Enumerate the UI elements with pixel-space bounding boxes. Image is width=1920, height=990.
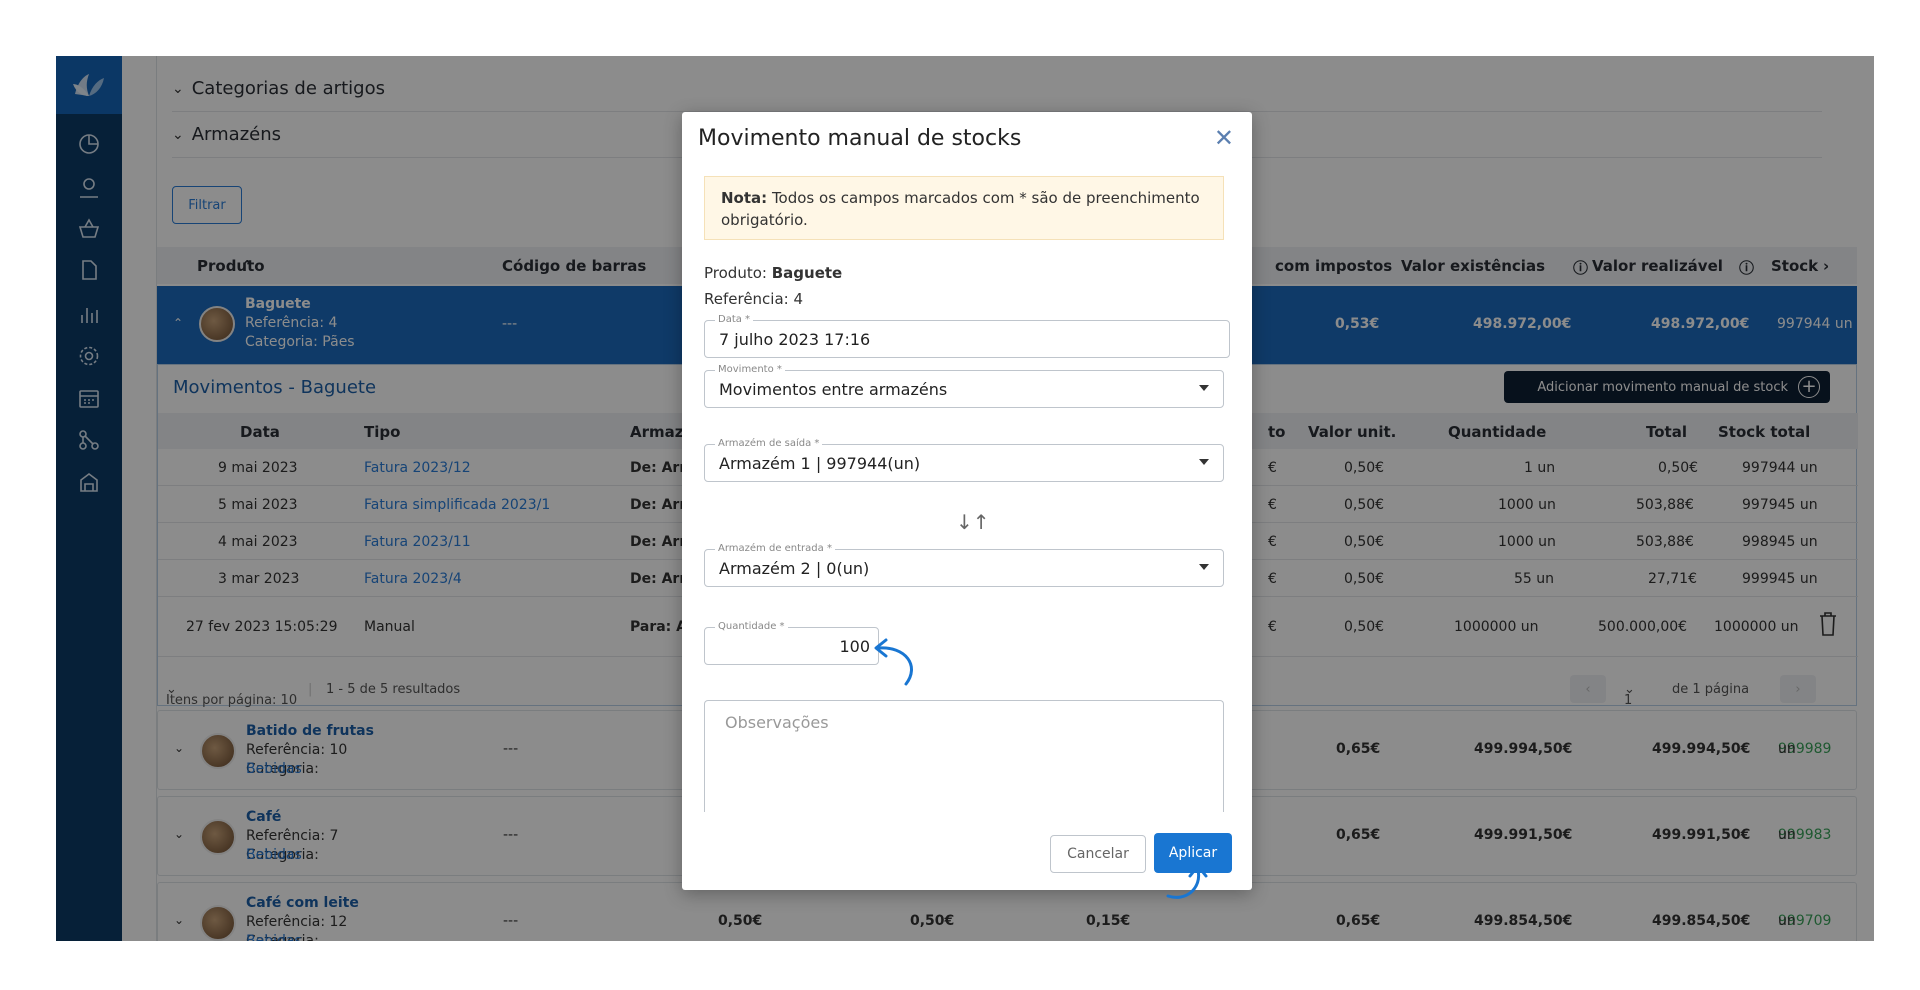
app-frame: ⌄ Categorias de artigos ⌄ Armazéns Filtr… (56, 56, 1874, 941)
destination-warehouse-label: Armazém de entrada * (715, 543, 835, 554)
destination-warehouse-value: Armazém 2 | 0(un) (719, 559, 870, 578)
observations-placeholder: Observações (725, 713, 829, 732)
quantity-label: Quantidade * (715, 621, 788, 632)
product-value: Baguete (771, 264, 843, 282)
movement-type-label: Movimento * (715, 364, 785, 375)
annotation-arrow-icon (874, 638, 913, 686)
date-field-label: Data * (715, 314, 754, 325)
quantity-value: 100 (839, 637, 870, 656)
product-reference: Referência: 4 (704, 290, 804, 308)
note-text: Todos os campos marcados com * são de pr… (721, 189, 1200, 229)
date-field[interactable]: Data * 7 julho 2023 17:16 (704, 314, 1230, 358)
movement-type-value: Movimentos entre armazéns (719, 380, 948, 399)
quantity-input[interactable]: Quantidade * 100 (704, 621, 879, 665)
required-fields-note: Nota: Todos os campos marcados com * são… (704, 176, 1224, 240)
close-icon[interactable]: ✕ (1214, 124, 1234, 152)
dropdown-caret-icon (1199, 564, 1209, 570)
annotation-arrow-icon (1166, 864, 1208, 899)
dialog-title: Movimento manual de stocks (698, 126, 1022, 151)
swap-arrows-icon[interactable]: ↓↑ (956, 510, 990, 534)
product-label: Produto: (704, 264, 767, 282)
source-warehouse-select[interactable]: Armazém de saída * Armazém 1 | 997944(un… (704, 438, 1224, 482)
date-field-value: 7 julho 2023 17:16 (719, 330, 871, 349)
note-label: Nota: (721, 189, 768, 207)
product-info: Produto: Baguete (704, 264, 842, 282)
movement-type-select[interactable]: Movimento * Movimentos entre armazéns (704, 364, 1224, 408)
cancel-button[interactable]: Cancelar (1050, 835, 1146, 873)
dropdown-caret-icon (1199, 385, 1209, 391)
source-warehouse-label: Armazém de saída * (715, 438, 823, 449)
manual-stock-movement-dialog: Movimento manual de stocks ✕ Nota: Todos… (682, 112, 1252, 899)
destination-warehouse-select[interactable]: Armazém de entrada * Armazém 2 | 0(un) (704, 543, 1224, 587)
source-warehouse-value: Armazém 1 | 997944(un) (719, 454, 921, 473)
dropdown-caret-icon (1199, 459, 1209, 465)
observations-textarea[interactable]: Observações (704, 700, 1224, 812)
